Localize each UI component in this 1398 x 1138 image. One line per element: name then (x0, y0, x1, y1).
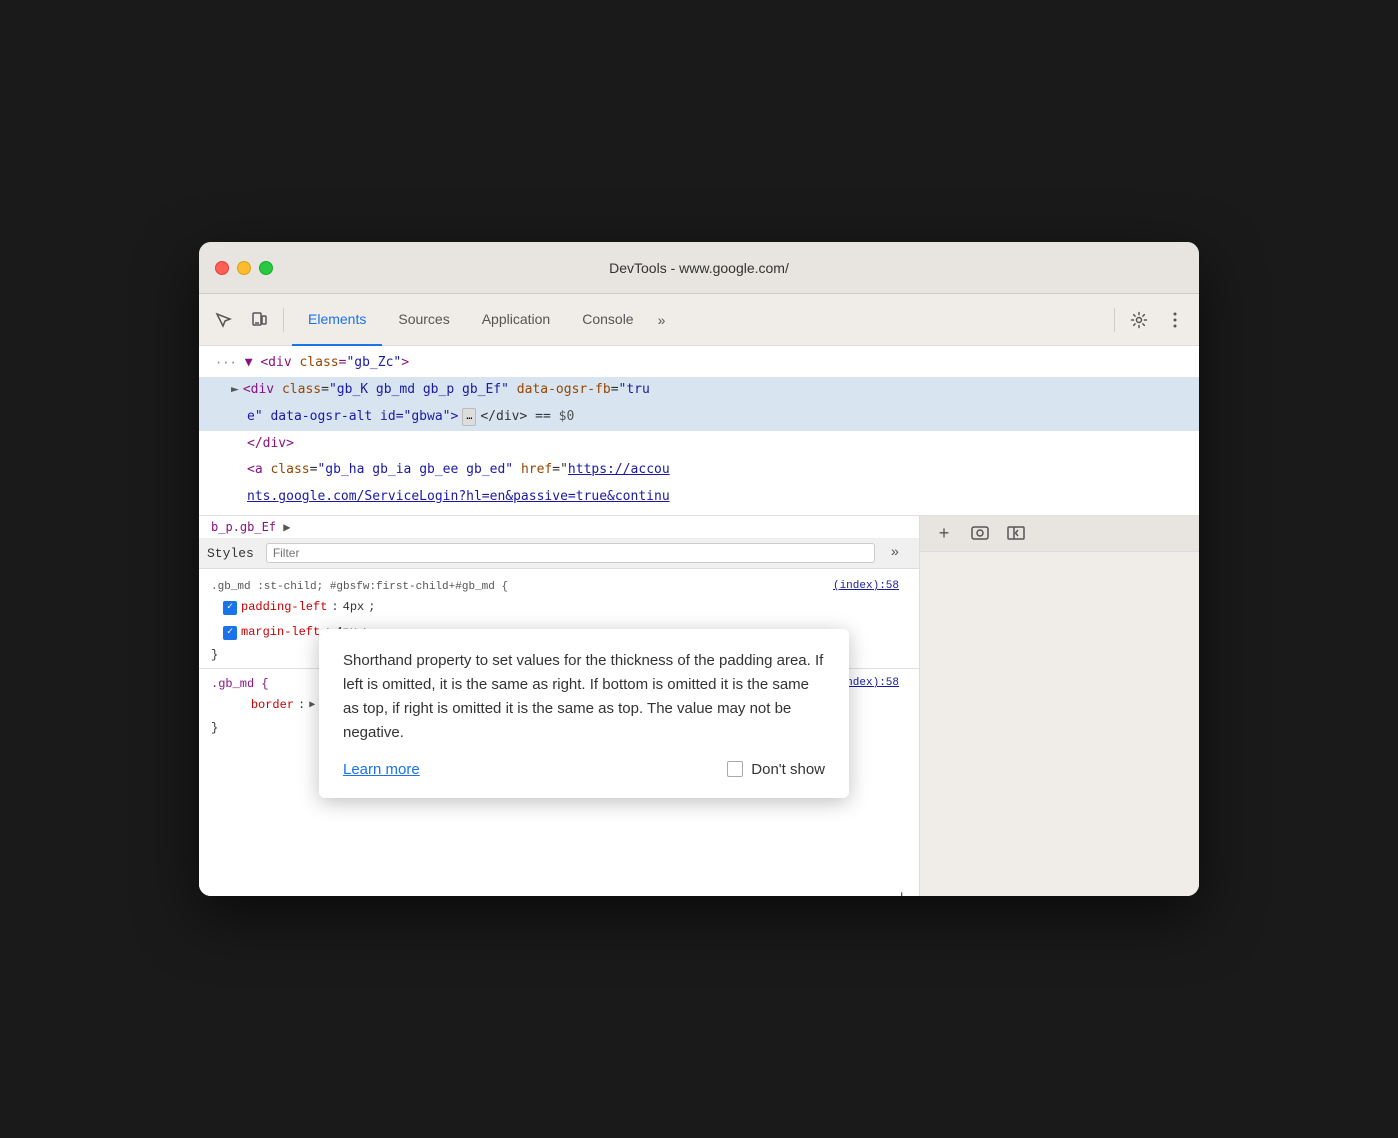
minimize-button[interactable] (237, 261, 251, 275)
close-button[interactable] (215, 261, 229, 275)
dom-tag-open-1: ▼ <div class="gb_Zc"> (245, 353, 409, 374)
more-styles-icon[interactable]: » (879, 537, 911, 569)
expand-arrow: ► (231, 380, 239, 401)
border-expand-arrow[interactable]: ▶ (309, 697, 315, 715)
dom-row-5: nts.google.com/ServiceLogin?hl=en&passiv… (199, 484, 1199, 511)
tab-application[interactable]: Application (466, 294, 567, 346)
toolbar-divider-1 (283, 308, 284, 332)
tab-sources[interactable]: Sources (382, 294, 465, 346)
css-rule-padding-left: ✓ padding-left : 4px ; (199, 595, 919, 621)
styles-toolbar: Styles » (199, 539, 919, 569)
styles-content: Shorthand property to set values for the… (199, 569, 919, 896)
dom-viewer: ··· ▼ <div class="gb_Zc"> ► <div class="… (199, 346, 1199, 516)
css-prop-border: border (251, 695, 294, 717)
breadcrumb-bar: b_p.gb_Ef ▶ (199, 516, 919, 539)
learn-more-link[interactable]: Learn more (343, 761, 420, 778)
lower-panel: b_p.gb_Ef ▶ Styles » Shorthand property … (199, 516, 1199, 896)
tab-bar: Elements Sources Application Console » (199, 294, 1199, 346)
styles-filter-input[interactable] (266, 543, 875, 563)
css-prop-margin-left: margin-left (241, 622, 320, 644)
dom-tag-content-2: <div class="gb_K gb_md gb_p gb_Ef" data-… (243, 380, 650, 401)
css-selector-1: .gb_md :st-child; #gbsfw:first-child+#gb… (199, 577, 520, 595)
dots-button[interactable]: … (462, 408, 476, 426)
border-indent (223, 696, 243, 716)
breadcrumb-arrow[interactable]: ▶ (283, 520, 290, 534)
selector-row-1: .gb_md :st-child; #gbsfw:first-child+#gb… (199, 577, 919, 595)
maximize-button[interactable] (259, 261, 273, 275)
dom-selected-row[interactable]: ► <div class="gb_K gb_md gb_p gb_Ef" dat… (199, 377, 1199, 404)
right-toolbar: + (920, 516, 1199, 552)
devtools-window: DevTools - www.google.com/ Elements Sour… (199, 242, 1199, 896)
dont-show-checkbox[interactable] (727, 761, 743, 777)
file-ref-1[interactable]: (index):58 (833, 580, 899, 592)
tab-console[interactable]: Console (566, 294, 649, 346)
screenshot-icon[interactable] (964, 517, 996, 549)
dont-show-section: Don't show (727, 761, 825, 778)
title-bar: DevTools - www.google.com/ (199, 242, 1199, 294)
more-tabs-button[interactable]: » (650, 312, 674, 328)
toolbar-right (1110, 304, 1191, 336)
device-icon[interactable] (243, 304, 275, 336)
add-style-button[interactable]: + (896, 889, 907, 896)
tooltip-description: Shorthand property to set values for the… (343, 649, 825, 745)
settings-icon[interactable] (1123, 304, 1155, 336)
css-prop-padding-left: padding-left (241, 597, 327, 619)
tab-elements[interactable]: Elements (292, 294, 382, 346)
styles-label: Styles (207, 546, 254, 561)
window-title: DevTools - www.google.com/ (609, 260, 789, 276)
tooltip-footer: Learn more Don't show (343, 761, 825, 778)
tab-navigation: Elements Sources Application Console » (292, 294, 1106, 346)
tooltip-popup: Shorthand property to set values for the… (319, 629, 849, 798)
inspect-icon[interactable] (207, 304, 239, 336)
add-icon[interactable]: + (928, 517, 960, 549)
breadcrumb-text: b_p.gb_Ef ▶ (211, 520, 291, 534)
dom-selected-row-cont: e" data-ogsr-alt id="gbwa"> … </div> == … (199, 404, 1199, 431)
css-val-4px-1: 4px (343, 597, 365, 619)
dom-row-3: </div> (199, 431, 1199, 458)
panel-left-icon[interactable] (1000, 517, 1032, 549)
css-checkbox-padding[interactable]: ✓ (223, 601, 237, 615)
dom-dots-indicator[interactable]: ··· (215, 354, 237, 373)
dom-row-4: <a class="gb_ha gb_ia gb_ee gb_ed" href=… (199, 457, 1199, 484)
css-selector-2: .gb_md { (199, 673, 281, 693)
css-checkbox-margin[interactable]: ✓ (223, 626, 237, 640)
right-panel: + (919, 516, 1199, 896)
toolbar-divider-2 (1114, 308, 1115, 332)
styles-panel: b_p.gb_Ef ▶ Styles » Shorthand property … (199, 516, 919, 896)
more-options-icon[interactable] (1159, 304, 1191, 336)
traffic-lights (215, 261, 273, 275)
dont-show-label: Don't show (751, 761, 825, 778)
